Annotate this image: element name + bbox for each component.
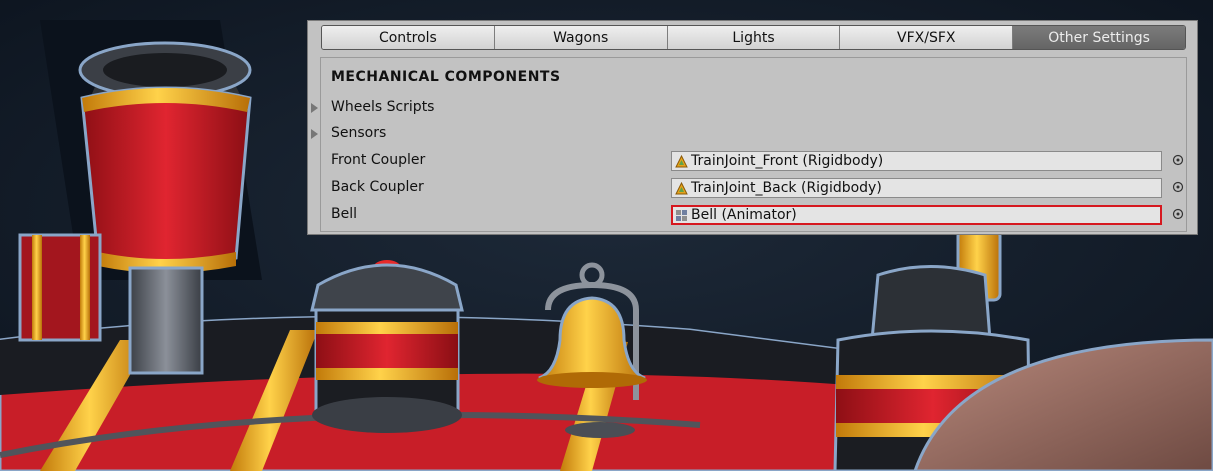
property-row-back-coupler: Back Coupler TrainJoint_Back (Rigidbody): [321, 176, 1186, 202]
property-row-bell: Bell Bell (Animator): [321, 203, 1186, 229]
rigidbody-icon: [675, 181, 688, 194]
mechanical-components-section: MECHANICAL COMPONENTS Wheels Scripts Sen…: [311, 57, 1187, 232]
property-label: Back Coupler: [331, 179, 424, 195]
foldout-arrow-icon[interactable]: [311, 129, 318, 139]
property-row-front-coupler: Front Coupler TrainJoint_Front (Rigidbod…: [321, 149, 1186, 175]
inspector-panel: Controls Wagons Lights VFX/SFX Other Set…: [307, 20, 1198, 235]
foldout-arrow-icon[interactable]: [311, 103, 318, 113]
rigidbody-icon: [675, 154, 688, 167]
tab-controls[interactable]: Controls: [322, 26, 495, 49]
foldout-wheels-scripts[interactable]: Wheels Scripts: [311, 96, 1186, 122]
tab-vfx-sfx[interactable]: VFX/SFX: [840, 26, 1014, 49]
object-picker-icon[interactable]: [1172, 154, 1184, 166]
property-label: Front Coupler: [331, 152, 426, 168]
tab-lights[interactable]: Lights: [667, 26, 841, 49]
tab-wagons[interactable]: Wagons: [494, 26, 668, 49]
object-field-value: Bell (Animator): [691, 207, 797, 223]
object-field-bell[interactable]: Bell (Animator): [671, 205, 1162, 225]
object-field-value: TrainJoint_Back (Rigidbody): [691, 180, 882, 196]
animator-icon: [676, 209, 687, 221]
object-field-front-coupler[interactable]: TrainJoint_Front (Rigidbody): [671, 151, 1162, 171]
object-field-back-coupler[interactable]: TrainJoint_Back (Rigidbody): [671, 178, 1162, 198]
foldout-sensors[interactable]: Sensors: [311, 122, 1186, 148]
object-picker-icon[interactable]: [1172, 181, 1184, 193]
tab-other-settings[interactable]: Other Settings: [1013, 26, 1185, 49]
foldout-label: Sensors: [331, 125, 387, 141]
property-label: Bell: [331, 206, 357, 222]
foldout-label: Wheels Scripts: [331, 99, 435, 115]
settings-tab-bar: Controls Wagons Lights VFX/SFX Other Set…: [321, 25, 1186, 50]
object-field-value: TrainJoint_Front (Rigidbody): [691, 153, 884, 169]
object-picker-icon[interactable]: [1172, 208, 1184, 220]
section-title: MECHANICAL COMPONENTS: [331, 69, 561, 85]
